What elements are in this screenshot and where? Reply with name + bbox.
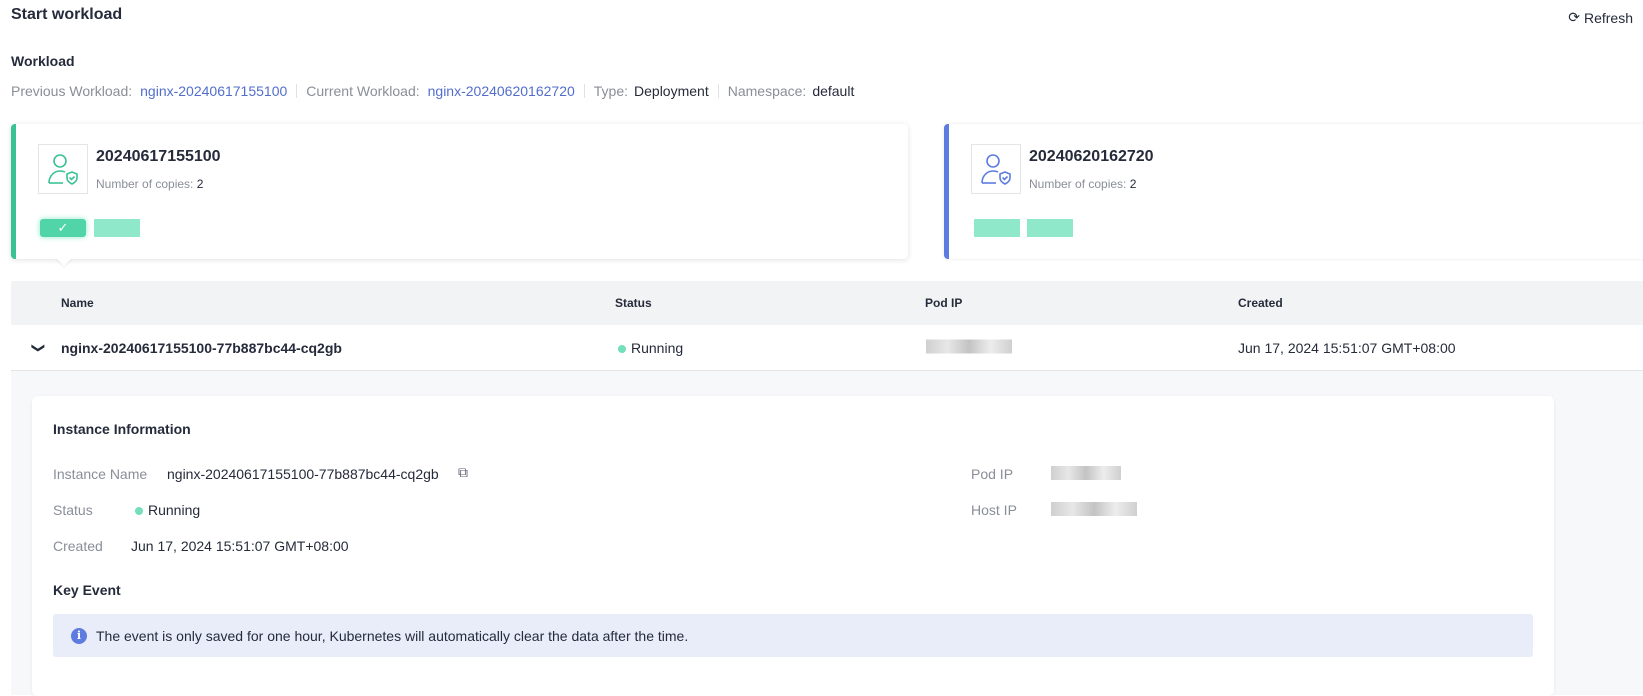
pod-block-selected[interactable]: ✓ [40,219,86,237]
current-workload-card[interactable]: 20240620162720 Number of copies: 2 [944,124,1643,259]
copies: Number of copies: 2 [96,177,204,191]
ns-label: Namespace: [727,83,807,99]
instance-heading: Instance Information [53,421,191,437]
notice-text: The event is only saved for one hour, Ku… [96,627,689,644]
host-ip-redacted [1051,502,1137,519]
user-shield-icon [971,144,1021,194]
col-created: Created [1238,296,1283,310]
type-value: Deployment [634,83,709,99]
table-row[interactable]: ❯ nginx-20240617155100-77b887bc44-cq2gb … [11,325,1643,371]
pod-block[interactable] [1027,219,1073,237]
instance-name: nginx-20240617155100-77b887bc44-cq2gb [167,466,439,482]
pod-block[interactable] [974,219,1020,237]
user-shield-icon [38,144,88,194]
card-name: 20240620162720 [1029,148,1154,165]
refresh-label: Refresh [1583,9,1633,26]
info-icon: i [71,627,87,644]
pod-created: Jun 17, 2024 15:51:07 GMT+08:00 [1238,339,1456,356]
ns-value: default [812,83,855,99]
pod-ip-redacted [926,339,1012,356]
host-ip-label: Host IP [971,502,1017,518]
type-label: Type: [593,83,629,99]
refresh-icon: ⟳ [1568,9,1580,25]
created-label: Created [53,538,103,554]
check-icon: ✓ [57,220,69,235]
pod-ip-label: Pod IP [971,466,1014,482]
pod-status: Running [618,340,683,356]
selection-arrow [56,258,72,266]
copy-icon[interactable]: ⧉ [458,464,468,481]
workload-heading: Workload [11,53,75,69]
chevron-down-icon[interactable]: ❯ [30,342,46,353]
instance-name-label: Instance Name [53,466,148,482]
pod-ip-redacted [1051,466,1121,483]
col-pod-ip: Pod IP [925,296,963,310]
status-label: Status [53,502,93,518]
previous-workload-card[interactable]: 20240617155100 Number of copies: 2 ✓ [11,124,908,259]
pod-name: nginx-20240617155100-77b887bc44-cq2gb [61,339,342,356]
copies: Number of copies: 2 [1029,177,1137,191]
info-notice: i The event is only saved for one hour, … [53,614,1533,657]
table-header: Name Status Pod IP Created [11,281,1643,325]
col-status: Status [615,296,652,310]
workload-meta: Previous Workload: nginx-20240617155100 … [11,83,854,99]
key-event-heading: Key Event [53,582,121,598]
pod-block[interactable] [94,219,140,237]
card-name: 20240617155100 [96,148,221,165]
cur-workload-link[interactable]: nginx-20240620162720 [428,83,575,99]
col-name: Name [61,296,94,310]
page-title: Start workload [11,6,123,23]
instance-created: Jun 17, 2024 15:51:07 GMT+08:00 [131,538,349,554]
cur-label: Current Workload: [306,83,420,99]
prev-label: Previous Workload: [11,83,133,99]
refresh-button[interactable]: ⟳ Refresh [1568,9,1633,26]
instance-status: Running [135,502,200,518]
prev-workload-link[interactable]: nginx-20240617155100 [140,83,287,99]
